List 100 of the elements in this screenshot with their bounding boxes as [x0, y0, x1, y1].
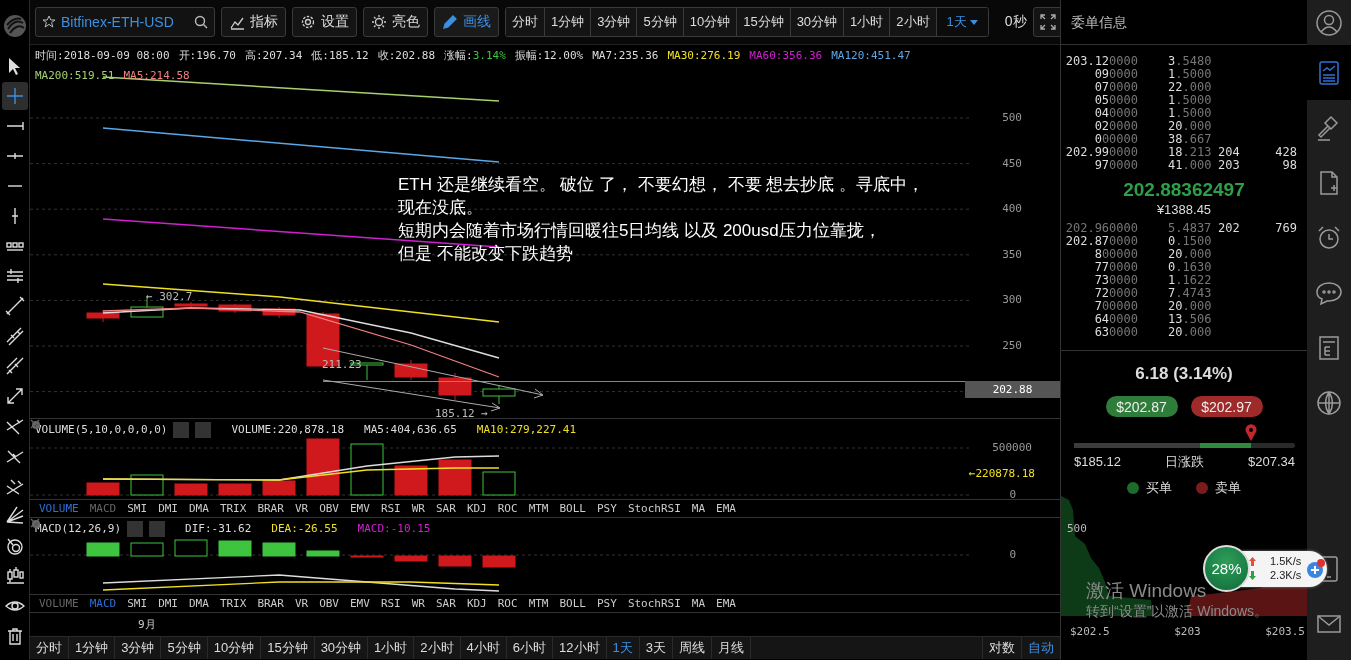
interval-tab[interactable]: 3分钟	[115, 637, 162, 659]
indicator-tab[interactable]: MACD	[89, 597, 117, 610]
interval-tab[interactable]: 5分钟	[637, 8, 684, 36]
diagonal-lines-icon[interactable]	[4, 326, 25, 346]
candlestick-icon[interactable]	[4, 566, 25, 586]
indicator-tab[interactable]: VR	[294, 502, 309, 515]
indicator-tab[interactable]: OBV	[319, 597, 339, 610]
interval-tab[interactable]: 10分钟	[683, 8, 738, 36]
indicator-tab[interactable]: SMI	[127, 502, 148, 515]
indicator-tab[interactable]: VOLUME	[39, 502, 79, 515]
scale-mode-button[interactable]: 自动	[1022, 637, 1060, 659]
interval-tab[interactable]: 1小时	[844, 8, 891, 36]
interval-tab[interactable]: 15分钟	[261, 637, 315, 659]
indicator-tab[interactable]: MTM	[528, 502, 549, 515]
interval-tab[interactable]: 1天	[606, 637, 640, 659]
table-cell-text: 700000	[1093, 300, 1138, 313]
indicators-button[interactable]: 指标	[221, 7, 286, 37]
indicator-tab[interactable]: EMV	[350, 502, 370, 515]
theme-button[interactable]: 亮色	[363, 7, 428, 37]
interval-tab[interactable]: 12小时	[553, 637, 607, 659]
parallel-lines-icon[interactable]	[4, 266, 25, 286]
indicator-tab[interactable]: MTM	[528, 597, 549, 610]
indicator-tab[interactable]: RSI	[380, 597, 401, 610]
indicator-tab[interactable]: DMA	[189, 502, 209, 515]
person-icon[interactable]	[1315, 8, 1343, 37]
interval-tab[interactable]: 分时	[30, 637, 69, 659]
globe-icon[interactable]	[1315, 388, 1343, 417]
indicator-tab[interactable]: VR	[294, 597, 309, 610]
interval-tab[interactable]: 周线	[673, 637, 712, 659]
fan-lines-icon[interactable]	[4, 506, 25, 526]
interval-tab[interactable]: 3分钟	[591, 8, 638, 36]
symbol-search-field[interactable]: Bitfinex-ETH-USD	[35, 7, 215, 37]
indicator-tab[interactable]: TRIX	[219, 502, 247, 515]
interval-tab[interactable]: 3天	[639, 637, 673, 659]
star-icon[interactable]	[42, 15, 56, 29]
indicator-reading: MA5:404,636.65	[364, 422, 457, 438]
diagonal-arrow-icon[interactable]	[4, 386, 25, 406]
interval-tab[interactable]: 1小时	[368, 637, 415, 659]
table-cell-text: 040000	[1093, 107, 1138, 120]
indicator-tab[interactable]: PSY	[597, 597, 617, 610]
indicator-tab[interactable]: SAR	[436, 597, 456, 610]
indicator-tab[interactable]: SMI	[127, 597, 148, 610]
indicator-tab[interactable]: SAR	[436, 502, 456, 515]
indicator-tab[interactable]: StochRSI	[627, 502, 681, 515]
indicator-tab[interactable]: EMV	[350, 597, 370, 610]
interval-tab[interactable]: 30分钟	[790, 8, 845, 36]
indicator-tab[interactable]: TRIX	[219, 597, 247, 610]
diagonal-line-icon[interactable]	[4, 296, 25, 316]
interval-tab[interactable]: 2小时	[890, 8, 937, 36]
fullscreen-button[interactable]	[1032, 7, 1063, 37]
interval-tab[interactable]: 1分钟	[545, 8, 592, 36]
indicator-tab[interactable]: BOLL	[559, 502, 586, 515]
axis-label: 500	[1002, 111, 1022, 125]
indicator-tab[interactable]: ROC	[497, 597, 518, 610]
search-icon[interactable]	[194, 15, 208, 29]
legend-label: 买单	[1146, 480, 1172, 496]
indicator-tab[interactable]: VOLUME	[39, 597, 79, 610]
indicator-tab[interactable]: EMA	[716, 502, 736, 515]
crossed-lines-icon[interactable]	[4, 416, 25, 436]
indicator-tab[interactable]: DMA	[189, 597, 209, 610]
indicator-tab[interactable]: BRAR	[257, 502, 284, 515]
indicator-tab[interactable]: PSY	[597, 502, 617, 515]
draw-button[interactable]: 画线	[434, 7, 499, 37]
settings-button[interactable]: 设置	[292, 7, 357, 37]
indicator-tab[interactable]: MA	[691, 597, 706, 610]
interval-tab[interactable]: 1天	[936, 8, 988, 36]
indicator-tab[interactable]: StochRSI	[627, 597, 681, 610]
indicator-tab[interactable]: MACD	[89, 502, 117, 515]
spiral-icon[interactable]	[4, 536, 25, 556]
indicator-tab[interactable]: OBV	[319, 502, 339, 515]
interval-tab[interactable]: 4小时	[460, 637, 507, 659]
interval-tab[interactable]: 6小时	[506, 637, 554, 659]
symbol-input[interactable]: Bitfinex-ETH-USD	[61, 14, 189, 30]
interval-tab[interactable]: 分时	[506, 8, 545, 36]
interval-tab[interactable]: 10分钟	[207, 637, 262, 659]
interval-tab[interactable]: 15分钟	[737, 8, 791, 36]
indicator-tab[interactable]: WR	[411, 597, 425, 610]
indicator-tab[interactable]: ROC	[497, 502, 518, 515]
indicator-tab[interactable]: EMA	[716, 597, 736, 610]
scale-mode-button[interactable]: 对数	[983, 637, 1022, 659]
buy-price-button[interactable]: $202.87	[1105, 396, 1178, 417]
interval-tab[interactable]: 月线	[712, 637, 751, 659]
plus-button[interactable]	[1306, 559, 1326, 579]
sell-price-button[interactable]: $202.97	[1190, 396, 1263, 417]
crosshair-icon[interactable]	[4, 86, 25, 106]
interval-tab[interactable]: 2小时	[414, 637, 461, 659]
indicator-tab[interactable]: RSI	[380, 502, 401, 515]
indicator-tab[interactable]: DMI	[158, 502, 178, 515]
interval-tab[interactable]: 1分钟	[69, 637, 116, 659]
interval-tab[interactable]: 5分钟	[161, 637, 208, 659]
indicator-tab[interactable]: WR	[411, 502, 425, 515]
interval-tab[interactable]: 30分钟	[314, 637, 369, 659]
indicator-tab[interactable]: DMI	[158, 597, 178, 610]
price-marker: 211.23	[322, 358, 362, 372]
indicator-tab[interactable]: MA	[691, 502, 706, 515]
indicator-tab[interactable]: KDJ	[466, 597, 487, 610]
diagonal-lines-icon[interactable]	[4, 356, 25, 376]
indicator-tab[interactable]: BOLL	[559, 597, 586, 610]
indicator-tab[interactable]: KDJ	[466, 502, 487, 515]
indicator-tab[interactable]: BRAR	[257, 597, 284, 610]
